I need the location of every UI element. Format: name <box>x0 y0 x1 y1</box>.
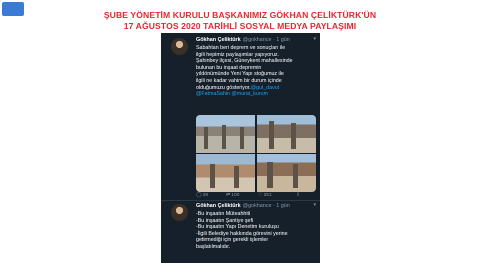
tweet-line: Şahinbey ilçesi, Güneykent mahallesinde <box>196 58 293 65</box>
construction-photo[interactable] <box>196 154 255 192</box>
mention-link[interactable]: @gul_davut <box>251 85 279 91</box>
tweet-line: -Bu inşaatın Şantiye şefi <box>196 217 254 224</box>
caret-down-icon[interactable]: ▾ <box>313 202 316 208</box>
headline-line-1: ŞUBE YÖNETİM KURULU BAŞKANIMIZ GÖKHAN ÇE… <box>103 10 377 20</box>
construction-photo[interactable] <box>196 115 255 153</box>
tweet-line: -İlgili Belediye hakkında görevini yerin… <box>196 230 288 237</box>
like-count: 251 <box>263 193 272 198</box>
tweet-line: başlatılmalıdır. <box>196 243 231 250</box>
tweet-header: Gökhan Çeliktürk @gokhance · 1 gün <box>196 203 290 209</box>
reply-button[interactable]: ◯ 28 <box>196 193 208 198</box>
tweet-text: -Bu inşaatın Müteahhiti -Bu inşaatın Şan… <box>196 211 316 251</box>
like-button[interactable]: ♡ 251 <box>258 193 272 198</box>
caret-down-icon[interactable]: ▾ <box>313 36 316 42</box>
tweet-line: bulunan bu inşaat depremin <box>196 64 262 71</box>
tweet-1[interactable]: Gökhan Çeliktürk @gokhance · 1 gün ▾ Saba… <box>161 35 320 199</box>
tweet-line: Sabahtan beri deprem ve sonuçları ile <box>196 45 286 51</box>
headline-line-2: 17 AĞUSTOS 2020 TARİHLİ SOSYAL MEDYA PAY… <box>123 21 357 31</box>
tweet-line-text: olduğumuzu gösteriyor. <box>196 84 251 91</box>
tweet-2[interactable]: Gökhan Çeliktürk @gokhance · 1 gün ▾ -Bu … <box>161 200 320 263</box>
avatar[interactable] <box>171 204 188 221</box>
retweet-count: 100 <box>231 193 240 198</box>
retweet-button[interactable]: ⇄ 100 <box>226 193 239 198</box>
author-handle: @gokhance · 1 gün <box>242 203 290 209</box>
author-name[interactable]: Gökhan Çeliktürk <box>196 37 241 43</box>
photo-grid[interactable] <box>196 115 316 192</box>
tweet-line: -Bu inşaatın Yapı Denetim kuruluşu <box>196 224 279 231</box>
tweet-line: ilgili hepimiz paylaşımlar yapıyoruz. <box>196 51 280 58</box>
logo-icon <box>2 2 24 16</box>
author-name[interactable]: Gökhan Çeliktürk <box>196 203 241 209</box>
tweet-header: Gökhan Çeliktürk @gokhance · 1 gün <box>196 37 290 43</box>
tweet-line: ilgili ne kadar vahim bir durum içinde <box>196 77 282 84</box>
share-icon: ⇪ <box>296 193 301 198</box>
mention-link[interactable]: @FatmaSahin @murat_kurum <box>196 91 316 98</box>
avatar[interactable] <box>171 38 188 55</box>
tweet-text: Sabahtan beri deprem ve sonuçları ile il… <box>196 45 316 98</box>
tweet-line: yıldönümünde Yeni Yapı stoğumuz ile <box>196 71 284 78</box>
reply-icon: ◯ <box>196 193 203 198</box>
tweet-line: getirmediği için gerekli işlemler <box>196 237 269 244</box>
construction-photo[interactable] <box>257 115 316 153</box>
author-handle: @gokhance · 1 gün <box>242 37 290 43</box>
construction-photo[interactable] <box>257 154 316 192</box>
reply-count: 28 <box>202 193 209 198</box>
tweet-screenshot: Gökhan Çeliktürk @gokhance · 1 gün ▾ Saba… <box>161 33 320 263</box>
share-button[interactable]: ⇪ <box>296 193 300 198</box>
tweet-line: olduğumuzu gösteriyor.@gul_davut <box>196 85 316 92</box>
tweet-line: -Bu inşaatın Müteahhiti <box>196 211 251 217</box>
tweet-actions: ◯ 28 ⇄ 100 ♡ 251 ⇪ <box>196 193 316 199</box>
